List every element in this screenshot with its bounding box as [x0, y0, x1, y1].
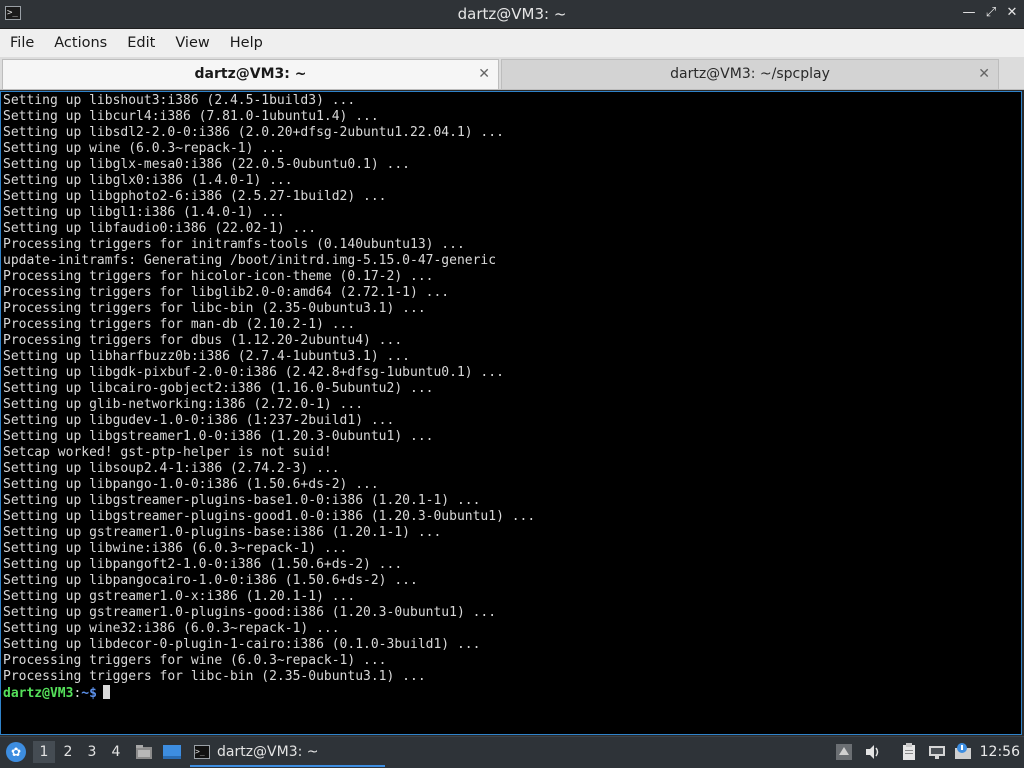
terminal-line: Setcap worked! gst-ptp-helper is not sui… [3, 445, 332, 460]
terminal-line: Processing triggers for dbus (1.12.20-2u… [3, 333, 403, 348]
show-desktop-icon[interactable] [163, 743, 181, 761]
volume-icon[interactable] [864, 743, 882, 761]
terminal-line: Setting up libharfbuzz0b:i386 (2.7.4-1ub… [3, 349, 410, 364]
terminal-line: Setting up libpangocairo-1.0-0:i386 (1.5… [3, 573, 418, 588]
menu-edit[interactable]: Edit [117, 29, 165, 57]
terminal-line: update-initramfs: Generating /boot/initr… [3, 253, 497, 268]
terminal-line: Setting up gstreamer1.0-plugins-base:i38… [3, 525, 442, 540]
terminal-output[interactable]: Setting up libshout3:i386 (2.4.5-1build3… [0, 91, 1022, 735]
workspace-1[interactable]: 1 [33, 741, 55, 763]
terminal-line: Setting up libcairo-gobject2:i386 (1.16.… [3, 381, 434, 396]
workspace-4[interactable]: 4 [105, 741, 127, 763]
tab-home[interactable]: dartz@VM3: ~ ✕ [2, 59, 499, 89]
terminal-line: Setting up libgudev-1.0-0:i386 (1:237-2b… [3, 413, 395, 428]
window-titlebar[interactable]: >_ dartz@VM3: ~ — ⤢ ✕ [0, 0, 1024, 29]
minimize-icon[interactable]: — [962, 6, 976, 20]
terminal-line: Processing triggers for wine (6.0.3~repa… [3, 653, 387, 668]
window-title: dartz@VM3: ~ [457, 5, 567, 23]
tab-label: dartz@VM3: ~ [194, 66, 307, 82]
tab-label: dartz@VM3: ~/spcplay [670, 66, 830, 82]
terminal-line: Setting up wine32:i386 (6.0.3~repack-1) … [3, 621, 340, 636]
terminal-line: Setting up libsdl2-2.0-0:i386 (2.0.20+df… [3, 125, 504, 140]
terminal-line: Setting up libgl1:i386 (1.4.0-1) ... [3, 205, 285, 220]
terminal-line: Processing triggers for initramfs-tools … [3, 237, 465, 252]
terminal-line: Setting up libwine:i386 (6.0.3~repack-1)… [3, 541, 348, 556]
prompt-line[interactable]: dartz@VM3:~$ [3, 685, 535, 701]
terminal-line: Setting up libdecor-0-plugin-1-cairo:i38… [3, 637, 481, 652]
terminal-line: Setting up libpangoft2-1.0-0:i386 (1.50.… [3, 557, 403, 572]
terminal-line: Setting up gstreamer1.0-x:i386 (1.20.1-1… [3, 589, 356, 604]
menu-view[interactable]: View [165, 29, 219, 57]
terminal-line: Processing triggers for libc-bin (2.35-0… [3, 669, 426, 684]
menu-actions[interactable]: Actions [44, 29, 117, 57]
clipboard-icon[interactable] [900, 743, 918, 761]
prompt-path: ~$ [81, 686, 97, 701]
prompt-user-host: dartz@VM3 [3, 686, 74, 701]
terminal-line: Processing triggers for libglib2.0-0:amd… [3, 285, 450, 300]
workspace-3[interactable]: 3 [81, 741, 103, 763]
workspace-2[interactable]: 2 [57, 741, 79, 763]
terminal-line: Setting up libfaudio0:i386 (22.02-1) ... [3, 221, 317, 236]
network-icon[interactable] [928, 743, 946, 761]
terminal-line: Setting up glib-networking:i386 (2.72.0-… [3, 397, 364, 412]
taskbar: ✿ 1 2 3 4 >_ dartz@VM3: ~ 12:56 [0, 736, 1024, 768]
terminal-line: Setting up libglx-mesa0:i386 (22.0.5-0ub… [3, 157, 410, 172]
tab-close-icon[interactable]: ✕ [978, 60, 990, 88]
terminal-line: Setting up wine (6.0.3~repack-1) ... [3, 141, 285, 156]
update-notifier-icon[interactable] [954, 743, 972, 761]
terminal-line: Setting up libgstreamer1.0-0:i386 (1.20.… [3, 429, 434, 444]
maximize-icon[interactable]: ⤢ [984, 6, 998, 20]
clock[interactable]: 12:56 [980, 744, 1020, 760]
tab-close-icon[interactable]: ✕ [478, 60, 490, 88]
terminal-line: Setting up libsoup2.4-1:i386 (2.74.2-3) … [3, 461, 340, 476]
taskbar-terminal-button[interactable]: >_ dartz@VM3: ~ [190, 739, 385, 767]
terminal-line: Setting up libshout3:i386 (2.4.5-1build3… [3, 93, 356, 108]
scroll-up-icon[interactable] [836, 743, 854, 761]
menu-help[interactable]: Help [220, 29, 273, 57]
terminal-line: Processing triggers for man-db (2.10.2-1… [3, 317, 356, 332]
menu-file[interactable]: File [0, 29, 44, 57]
tab-bar: dartz@VM3: ~ ✕ dartz@VM3: ~/spcplay ✕ [0, 57, 1024, 90]
menu-bar: File Actions Edit View Help [0, 29, 1024, 57]
text-cursor [102, 685, 110, 699]
close-icon[interactable]: ✕ [1005, 6, 1019, 20]
terminal-line: Processing triggers for hicolor-icon-the… [3, 269, 434, 284]
terminal-text: Setting up libshout3:i386 (2.4.5-1build3… [3, 93, 535, 701]
terminal-line: Processing triggers for libc-bin (2.35-0… [3, 301, 426, 316]
terminal-line: Setting up libglx0:i386 (1.4.0-1) ... [3, 173, 293, 188]
tab-spcplay[interactable]: dartz@VM3: ~/spcplay ✕ [501, 59, 999, 89]
terminal-line: Setting up libgdk-pixbuf-2.0-0:i386 (2.4… [3, 365, 504, 380]
start-menu-icon[interactable]: ✿ [6, 742, 26, 762]
terminal-line: Setting up libgphoto2-6:i386 (2.5.27-1bu… [3, 189, 387, 204]
terminal-line: Setting up libgstreamer-plugins-good1.0-… [3, 509, 536, 524]
task-label: dartz@VM3: ~ [217, 744, 319, 760]
terminal-line: Setting up gstreamer1.0-plugins-good:i38… [3, 605, 497, 620]
terminal-line: Setting up libcurl4:i386 (7.81.0-1ubuntu… [3, 109, 379, 124]
terminal-line: Setting up libgstreamer-plugins-base1.0-… [3, 493, 481, 508]
file-manager-icon[interactable] [135, 743, 153, 761]
terminal-line: Setting up libpango-1.0-0:i386 (1.50.6+d… [3, 477, 379, 492]
terminal-icon: >_ [194, 745, 210, 759]
